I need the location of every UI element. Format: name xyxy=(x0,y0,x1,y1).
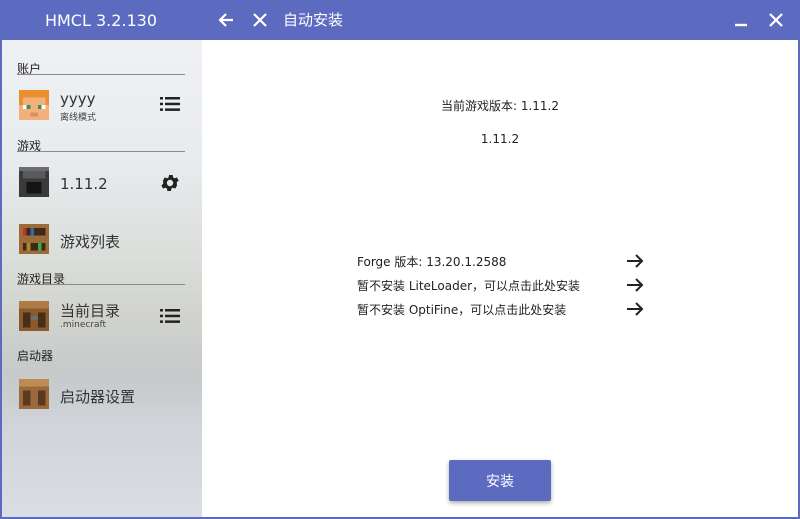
arrow-left-icon xyxy=(218,13,233,27)
gear-icon xyxy=(161,175,179,191)
version-name: 1.11.2 xyxy=(60,175,108,193)
list-icon xyxy=(160,309,180,323)
app-title: HMCL 3.2.130 xyxy=(44,10,158,30)
sidebar: 账户 yyyy 离线模式 游戏 1.11.2 游戏列表 游戏目录 当前目录 .m… xyxy=(2,40,202,517)
bookshelf-icon xyxy=(19,224,49,254)
optifine-option[interactable]: 暂不安装 OptiFine，可以点击此处安装 xyxy=(357,298,647,320)
version-settings-button[interactable] xyxy=(158,171,182,195)
arrow-right-icon xyxy=(624,250,646,272)
launcher-settings-label: 启动器设置 xyxy=(60,388,136,406)
back-button[interactable] xyxy=(209,0,243,40)
sidebar-item-game-list[interactable]: 游戏列表 xyxy=(2,216,202,264)
account-list-button[interactable] xyxy=(158,92,182,116)
app-title-bar: HMCL 3.2.130 xyxy=(0,0,202,40)
sidebar-item-launcher-settings[interactable]: 启动器设置 xyxy=(2,371,202,419)
furnace-icon xyxy=(19,167,49,197)
directory-list-button[interactable] xyxy=(158,304,182,328)
forge-option[interactable]: Forge 版本: 13.20.1.2588 xyxy=(357,250,647,272)
arrow-right-icon xyxy=(624,298,646,320)
minimize-icon xyxy=(735,23,747,27)
divider xyxy=(17,74,185,75)
minimize-button[interactable] xyxy=(724,0,758,40)
current-version-label: 当前游戏版本: 1.11.2 xyxy=(440,99,560,113)
section-launcher-heading: 启动器 xyxy=(17,349,54,363)
close-page-button[interactable] xyxy=(243,0,277,40)
crafting-table-icon xyxy=(19,301,49,331)
sidebar-item-directory[interactable]: 当前目录 .minecraft xyxy=(2,293,202,341)
page-header: 自动安装 xyxy=(202,0,800,40)
arrow-right-icon xyxy=(624,274,646,296)
close-window-button[interactable] xyxy=(759,0,793,40)
version-name-label: 1.11.2 xyxy=(480,132,520,146)
liteloader-option-label: 暂不安装 LiteLoader，可以点击此处安装 xyxy=(357,279,581,293)
divider xyxy=(17,284,185,285)
list-icon xyxy=(160,97,180,111)
liteloader-option[interactable]: 暂不安装 LiteLoader，可以点击此处安装 xyxy=(357,274,647,296)
directory-name: 当前目录 xyxy=(60,302,121,320)
close-icon xyxy=(253,13,267,27)
forge-option-label: Forge 版本: 13.20.1.2588 xyxy=(357,255,507,269)
crafting-table-icon xyxy=(19,379,49,409)
game-list-label: 游戏列表 xyxy=(60,233,121,251)
main-content: 当前游戏版本: 1.11.2 1.11.2 Forge 版本: 13.20.1.… xyxy=(202,40,798,517)
sidebar-item-account[interactable]: yyyy 离线模式 xyxy=(2,82,202,130)
account-mode: 离线模式 xyxy=(60,113,97,123)
page-title: 自动安装 xyxy=(283,11,344,29)
close-icon xyxy=(769,13,783,27)
account-name: yyyy xyxy=(60,90,96,108)
sidebar-item-version[interactable]: 1.11.2 xyxy=(2,159,202,207)
divider xyxy=(17,151,185,152)
install-button[interactable]: 安装 xyxy=(449,460,551,501)
player-avatar-icon xyxy=(19,90,49,120)
optifine-option-label: 暂不安装 OptiFine，可以点击此处安装 xyxy=(357,303,567,317)
directory-path: .minecraft xyxy=(60,320,107,330)
